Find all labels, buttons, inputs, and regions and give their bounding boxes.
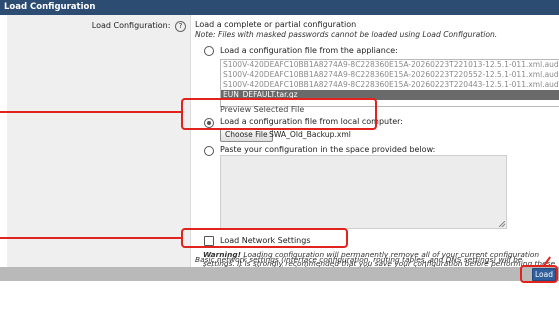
paste-config-textarea[interactable] <box>220 155 507 229</box>
annotation-box-load-button <box>520 265 558 283</box>
resize-grip-icon[interactable] <box>499 221 505 227</box>
form-footer <box>0 267 559 281</box>
choose-file-button[interactable]: Choose File <box>220 128 273 142</box>
help-icon[interactable]: ? <box>175 21 186 32</box>
panel-title: Load Configuration <box>4 2 96 12</box>
annotation-pointer-network-settings <box>0 237 181 239</box>
file-list-item[interactable]: S100V-420DEAFC10BB1A8274A9-8C228360E15A-… <box>221 60 559 70</box>
masked-password-note: Note: Files with masked passwords cannot… <box>195 30 498 39</box>
field-label: Load Configuration: ? <box>92 21 186 32</box>
label-column: Load Configuration: ? <box>7 15 191 267</box>
panel-header: Load Configuration <box>0 0 559 15</box>
file-list-item[interactable]: S100V-420DEAFC10BB1A8274A9-8C228360E15A-… <box>221 80 559 90</box>
annotation-box-local-option <box>181 98 377 130</box>
appliance-option-label: Load a configuration file from the appli… <box>220 46 398 55</box>
radio-paste-config[interactable] <box>204 146 214 156</box>
file-list-item[interactable]: S100V-420DEAFC10BB1A8274A9-8C228360E15A-… <box>221 70 559 80</box>
radio-appliance[interactable] <box>204 46 214 56</box>
annotation-pointer-local-option <box>0 111 181 113</box>
annotation-box-network-settings <box>181 228 348 248</box>
field-label-text: Load Configuration: <box>91 21 171 30</box>
selected-file-name: SWA_Old_Backup.xml <box>269 130 351 139</box>
paste-option-label: Paste your configuration in the space pr… <box>220 145 436 154</box>
intro-text: Load a complete or partial configuration <box>195 20 357 29</box>
